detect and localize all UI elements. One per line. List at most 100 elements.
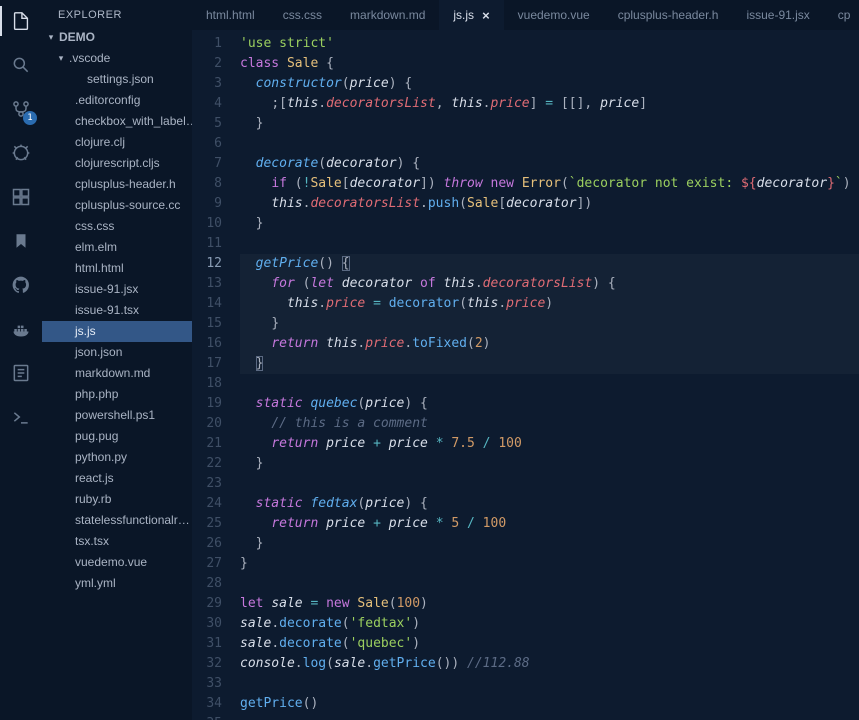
code-line[interactable]: sale.decorate('quebec') [240,634,859,654]
code-line[interactable] [240,474,859,494]
tree-file[interactable]: powershell.ps1 [42,405,192,426]
tree-file[interactable]: react.js [42,468,192,489]
tree-file[interactable]: issue-91.jsx [42,279,192,300]
tree-file[interactable]: vuedemo.vue [42,552,192,573]
code-line[interactable]: decorate(decorator) { [240,154,859,174]
search-icon[interactable] [8,52,34,78]
tree-file[interactable]: yml.yml [42,573,192,594]
code-content[interactable]: 'use strict'class Sale { constructor(pri… [234,30,859,720]
editor-tab[interactable]: css.css [269,0,336,30]
code-line[interactable]: sale.decorate('fedtax') [240,614,859,634]
code-line[interactable] [240,234,859,254]
code-line[interactable]: constructor(price) { [240,74,859,94]
file-label: statelessfunctionalr… [72,512,190,529]
code-line[interactable] [240,574,859,594]
editor-tab[interactable]: js.js× [439,0,503,30]
tree-file[interactable]: issue-91.tsx [42,300,192,321]
code-line[interactable]: ;[this.decoratorsList, this.price] = [[]… [240,94,859,114]
tree-file[interactable]: elm.elm [42,237,192,258]
tree-file[interactable]: markdown.md [42,363,192,384]
editor-tab[interactable]: html.html [192,0,269,30]
code-line[interactable]: } [240,314,859,334]
tree-file[interactable]: clojure.clj [42,132,192,153]
tree-file[interactable]: statelessfunctionalr… [42,510,192,531]
tree-file[interactable]: checkbox_with_label… [42,111,192,132]
editor-tab[interactable]: vuedemo.vue [504,0,604,30]
code-line[interactable]: } [240,554,859,574]
code-line[interactable]: static quebec(price) { [240,394,859,414]
line-gutter: 1234567891011121314151617181920212223242… [192,30,234,720]
editor-tab[interactable]: cplusplus-header.h [604,0,733,30]
code-line[interactable]: static fedtax(price) { [240,494,859,514]
tree-file[interactable]: json.json [42,342,192,363]
code-line[interactable]: return price + price * 7.5 / 100 [240,434,859,454]
file-label: vuedemo.vue [72,554,147,571]
docker-icon[interactable] [8,316,34,342]
code-line[interactable]: getPrice() { [240,254,859,274]
file-label: react.js [72,470,114,487]
file-label: markdown.md [72,365,150,382]
sidebar-title: EXPLORER [42,0,192,27]
debug-icon[interactable] [8,140,34,166]
code-line[interactable]: this.decoratorsList.push(Sale[decorator]… [240,194,859,214]
code-line[interactable]: class Sale { [240,54,859,74]
tree-file[interactable]: tsx.tsx [42,531,192,552]
code-line[interactable] [240,374,859,394]
tree-root[interactable]: ▾ DEMO [42,27,192,48]
editor-tab[interactable]: markdown.md [336,0,439,30]
code-line[interactable]: // this is a comment [240,414,859,434]
tree-file[interactable]: cplusplus-header.h [42,174,192,195]
tree-file[interactable]: html.html [42,258,192,279]
code-line[interactable]: console.log(sale.getPrice()) //112.88 [240,654,859,674]
github-icon[interactable] [8,272,34,298]
tree-file[interactable]: clojurescript.cljs [42,153,192,174]
file-label: issue-91.jsx [72,281,138,298]
code-line[interactable]: this.price = decorator(this.price) [240,294,859,314]
files-icon[interactable] [8,8,34,34]
tree-file[interactable]: css.css [42,216,192,237]
terminal-icon[interactable] [8,404,34,430]
code-line[interactable]: } [240,354,859,374]
file-label: cplusplus-header.h [72,176,176,193]
code-line[interactable]: 'use strict' [240,34,859,54]
file-label: pug.pug [72,428,118,445]
file-label: settings.json [84,71,154,88]
code-line[interactable]: } [240,114,859,134]
tree-file[interactable]: pug.pug [42,426,192,447]
todo-icon[interactable] [8,360,34,386]
code-line[interactable] [240,674,859,694]
tree-file[interactable]: settings.json [42,69,192,90]
file-label: clojure.clj [72,134,125,151]
tree-file[interactable]: php.php [42,384,192,405]
tree-file[interactable]: .editorconfig [42,90,192,111]
tree-file[interactable]: ruby.rb [42,489,192,510]
bookmark-icon[interactable] [8,228,34,254]
code-line[interactable]: let sale = new Sale(100) [240,594,859,614]
code-line[interactable] [240,714,859,720]
tree-file[interactable]: cplusplus-source.cc [42,195,192,216]
file-label: html.html [72,260,124,277]
tree-file[interactable]: python.py [42,447,192,468]
code-line[interactable]: return price + price * 5 / 100 [240,514,859,534]
tab-label: vuedemo.vue [518,8,590,22]
code-line[interactable]: } [240,534,859,554]
file-label: tsx.tsx [72,533,109,550]
code-line[interactable]: return this.price.toFixed(2) [240,334,859,354]
tree-file[interactable]: js.js [42,321,192,342]
code-line[interactable]: } [240,454,859,474]
extensions-icon[interactable] [8,184,34,210]
code-line[interactable]: for (let decorator of this.decoratorsLis… [240,274,859,294]
close-icon[interactable]: × [482,8,490,23]
tree-folder-vscode[interactable]: ▾ .vscode [42,48,192,69]
code-line[interactable] [240,134,859,154]
file-label: js.js [72,323,96,340]
scm-icon[interactable]: 1 [8,96,34,122]
editor-tab[interactable]: cp [824,0,859,30]
scm-badge: 1 [23,111,37,125]
editor-tab[interactable]: issue-91.jsx [732,0,823,30]
code-line[interactable]: getPrice() [240,694,859,714]
file-label: .editorconfig [72,92,140,109]
code-line[interactable]: if (!Sale[decorator]) throw new Error(`d… [240,174,859,194]
code-line[interactable]: } [240,214,859,234]
code-editor[interactable]: 1234567891011121314151617181920212223242… [192,30,859,720]
